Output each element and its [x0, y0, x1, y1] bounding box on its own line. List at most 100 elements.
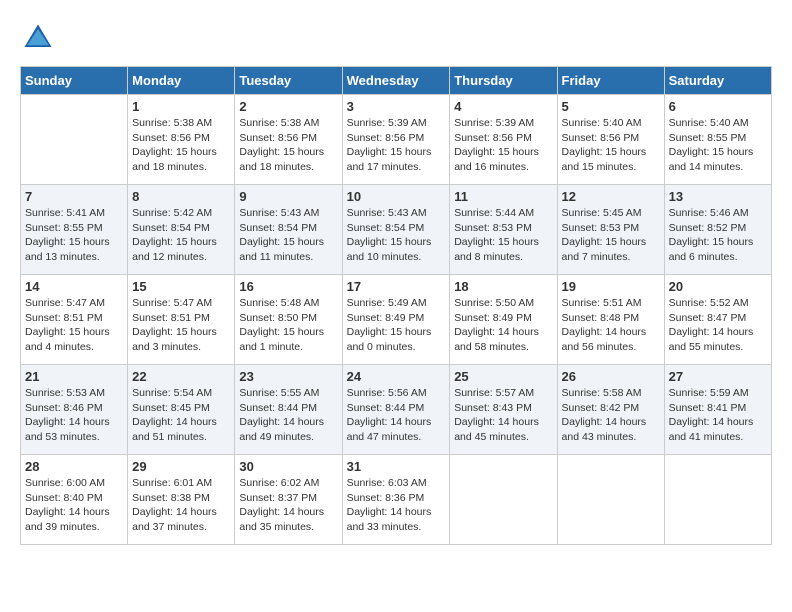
- day-detail: Sunrise: 5:47 AM Sunset: 8:51 PM Dayligh…: [25, 297, 110, 353]
- day-number: 24: [347, 369, 446, 384]
- calendar-cell: [557, 455, 664, 545]
- day-number: 14: [25, 279, 123, 294]
- day-detail: Sunrise: 5:43 AM Sunset: 8:54 PM Dayligh…: [347, 207, 432, 263]
- calendar-cell: 25 Sunrise: 5:57 AM Sunset: 8:43 PM Dayli…: [450, 365, 557, 455]
- day-number: 31: [347, 459, 446, 474]
- day-detail: Sunrise: 5:53 AM Sunset: 8:46 PM Dayligh…: [25, 387, 110, 443]
- calendar-cell: 23 Sunrise: 5:55 AM Sunset: 8:44 PM Dayli…: [235, 365, 342, 455]
- day-number: 27: [669, 369, 767, 384]
- calendar-cell: 11Sunrise: 5:44 AM Sunset: 8:53 PM Dayli…: [450, 185, 557, 275]
- calendar-cell: [21, 95, 128, 185]
- day-number: 25: [454, 369, 552, 384]
- day-detail: Sunrise: 5:38 AM Sunset: 8:56 PM Dayligh…: [132, 117, 217, 173]
- day-detail: Sunrise: 6:00 AM Sunset: 8:40 PM Dayligh…: [25, 477, 110, 533]
- calendar-week-row: 7 Sunrise: 5:41 AM Sunset: 8:55 PM Daylig…: [21, 185, 772, 275]
- calendar-cell: 7 Sunrise: 5:41 AM Sunset: 8:55 PM Daylig…: [21, 185, 128, 275]
- day-detail: Sunrise: 6:01 AM Sunset: 8:38 PM Dayligh…: [132, 477, 217, 533]
- calendar-cell: 24 Sunrise: 5:56 AM Sunset: 8:44 PM Dayli…: [342, 365, 450, 455]
- calendar-week-row: 14 Sunrise: 5:47 AM Sunset: 8:51 PM Dayli…: [21, 275, 772, 365]
- calendar-cell: 30 Sunrise: 6:02 AM Sunset: 8:37 PM Dayli…: [235, 455, 342, 545]
- day-detail: Sunrise: 5:40 AM Sunset: 8:55 PM Dayligh…: [669, 117, 754, 173]
- calendar-cell: 31 Sunrise: 6:03 AM Sunset: 8:36 PM Dayli…: [342, 455, 450, 545]
- calendar-cell: 18 Sunrise: 5:50 AM Sunset: 8:49 PM Dayli…: [450, 275, 557, 365]
- calendar-cell: 8 Sunrise: 5:42 AM Sunset: 8:54 PM Daylig…: [128, 185, 235, 275]
- day-detail: Sunrise: 5:50 AM Sunset: 8:49 PM Dayligh…: [454, 297, 539, 353]
- day-detail: Sunrise: 6:03 AM Sunset: 8:36 PM Dayligh…: [347, 477, 432, 533]
- calendar-cell: 20 Sunrise: 5:52 AM Sunset: 8:47 PM Dayli…: [664, 275, 771, 365]
- day-detail: Sunrise: 5:43 AM Sunset: 8:54 PM Dayligh…: [239, 207, 324, 263]
- calendar-cell: 13 Sunrise: 5:46 AM Sunset: 8:52 PM Dayli…: [664, 185, 771, 275]
- day-number: 15: [132, 279, 230, 294]
- day-number: 10: [347, 189, 446, 204]
- day-detail: Sunrise: 5:54 AM Sunset: 8:45 PM Dayligh…: [132, 387, 217, 443]
- calendar-cell: 4Sunrise: 5:39 AM Sunset: 8:56 PM Daylig…: [450, 95, 557, 185]
- logo-icon: [20, 20, 56, 56]
- day-detail: Sunrise: 5:51 AM Sunset: 8:48 PM Dayligh…: [562, 297, 647, 353]
- day-detail: Sunrise: 5:57 AM Sunset: 8:43 PM Dayligh…: [454, 387, 539, 443]
- day-detail: Sunrise: 5:39 AM Sunset: 8:56 PM Dayligh…: [454, 117, 539, 173]
- day-number: 23: [239, 369, 337, 384]
- calendar-week-row: 21Sunrise: 5:53 AM Sunset: 8:46 PM Dayli…: [21, 365, 772, 455]
- logo: [20, 20, 60, 56]
- calendar-cell: 3 Sunrise: 5:39 AM Sunset: 8:56 PM Daylig…: [342, 95, 450, 185]
- day-number: 19: [562, 279, 660, 294]
- day-number: 9: [239, 189, 337, 204]
- day-detail: Sunrise: 5:48 AM Sunset: 8:50 PM Dayligh…: [239, 297, 324, 353]
- day-number: 8: [132, 189, 230, 204]
- calendar-cell: 29 Sunrise: 6:01 AM Sunset: 8:38 PM Dayli…: [128, 455, 235, 545]
- calendar-cell: 2 Sunrise: 5:38 AM Sunset: 8:56 PM Daylig…: [235, 95, 342, 185]
- calendar-cell: 28 Sunrise: 6:00 AM Sunset: 8:40 PM Dayli…: [21, 455, 128, 545]
- day-number: 2: [239, 99, 337, 114]
- calendar-cell: 17Sunrise: 5:49 AM Sunset: 8:49 PM Dayli…: [342, 275, 450, 365]
- day-number: 20: [669, 279, 767, 294]
- day-detail: Sunrise: 5:55 AM Sunset: 8:44 PM Dayligh…: [239, 387, 324, 443]
- day-detail: Sunrise: 5:46 AM Sunset: 8:52 PM Dayligh…: [669, 207, 754, 263]
- day-number: 6: [669, 99, 767, 114]
- day-number: 7: [25, 189, 123, 204]
- calendar-cell: 12Sunrise: 5:45 AM Sunset: 8:53 PM Dayli…: [557, 185, 664, 275]
- day-detail: Sunrise: 5:52 AM Sunset: 8:47 PM Dayligh…: [669, 297, 754, 353]
- calendar-header-friday: Friday: [557, 67, 664, 95]
- day-number: 3: [347, 99, 446, 114]
- calendar-header-sunday: Sunday: [21, 67, 128, 95]
- calendar-cell: 21Sunrise: 5:53 AM Sunset: 8:46 PM Dayli…: [21, 365, 128, 455]
- calendar-week-row: 1 Sunrise: 5:38 AM Sunset: 8:56 PM Daylig…: [21, 95, 772, 185]
- calendar-cell: 14 Sunrise: 5:47 AM Sunset: 8:51 PM Dayli…: [21, 275, 128, 365]
- calendar-header-wednesday: Wednesday: [342, 67, 450, 95]
- day-detail: Sunrise: 5:56 AM Sunset: 8:44 PM Dayligh…: [347, 387, 432, 443]
- page-header: [20, 20, 772, 56]
- day-number: 5: [562, 99, 660, 114]
- day-number: 22: [132, 369, 230, 384]
- calendar-cell: 22 Sunrise: 5:54 AM Sunset: 8:45 PM Dayli…: [128, 365, 235, 455]
- day-number: 30: [239, 459, 337, 474]
- day-number: 16: [239, 279, 337, 294]
- day-number: 17: [347, 279, 446, 294]
- day-number: 26: [562, 369, 660, 384]
- calendar-cell: 19 Sunrise: 5:51 AM Sunset: 8:48 PM Dayli…: [557, 275, 664, 365]
- day-number: 12: [562, 189, 660, 204]
- day-detail: Sunrise: 5:58 AM Sunset: 8:42 PM Dayligh…: [562, 387, 647, 443]
- calendar-cell: 15 Sunrise: 5:47 AM Sunset: 8:51 PM Dayli…: [128, 275, 235, 365]
- calendar-cell: [450, 455, 557, 545]
- day-detail: Sunrise: 5:59 AM Sunset: 8:41 PM Dayligh…: [669, 387, 754, 443]
- day-detail: Sunrise: 5:47 AM Sunset: 8:51 PM Dayligh…: [132, 297, 217, 353]
- calendar-cell: 5 Sunrise: 5:40 AM Sunset: 8:56 PM Daylig…: [557, 95, 664, 185]
- day-detail: Sunrise: 5:42 AM Sunset: 8:54 PM Dayligh…: [132, 207, 217, 263]
- day-number: 18: [454, 279, 552, 294]
- calendar-header-saturday: Saturday: [664, 67, 771, 95]
- day-number: 1: [132, 99, 230, 114]
- day-number: 13: [669, 189, 767, 204]
- day-detail: Sunrise: 5:41 AM Sunset: 8:55 PM Dayligh…: [25, 207, 110, 263]
- day-detail: Sunrise: 5:40 AM Sunset: 8:56 PM Dayligh…: [562, 117, 647, 173]
- calendar-cell: 6 Sunrise: 5:40 AM Sunset: 8:55 PM Daylig…: [664, 95, 771, 185]
- day-number: 11: [454, 189, 552, 204]
- day-detail: Sunrise: 6:02 AM Sunset: 8:37 PM Dayligh…: [239, 477, 324, 533]
- calendar-header-tuesday: Tuesday: [235, 67, 342, 95]
- day-number: 28: [25, 459, 123, 474]
- calendar-cell: 16 Sunrise: 5:48 AM Sunset: 8:50 PM Dayli…: [235, 275, 342, 365]
- calendar-cell: 27 Sunrise: 5:59 AM Sunset: 8:41 PM Dayli…: [664, 365, 771, 455]
- day-detail: Sunrise: 5:38 AM Sunset: 8:56 PM Dayligh…: [239, 117, 324, 173]
- calendar-header-row: SundayMondayTuesdayWednesdayThursdayFrid…: [21, 67, 772, 95]
- day-detail: Sunrise: 5:39 AM Sunset: 8:56 PM Dayligh…: [347, 117, 432, 173]
- day-number: 29: [132, 459, 230, 474]
